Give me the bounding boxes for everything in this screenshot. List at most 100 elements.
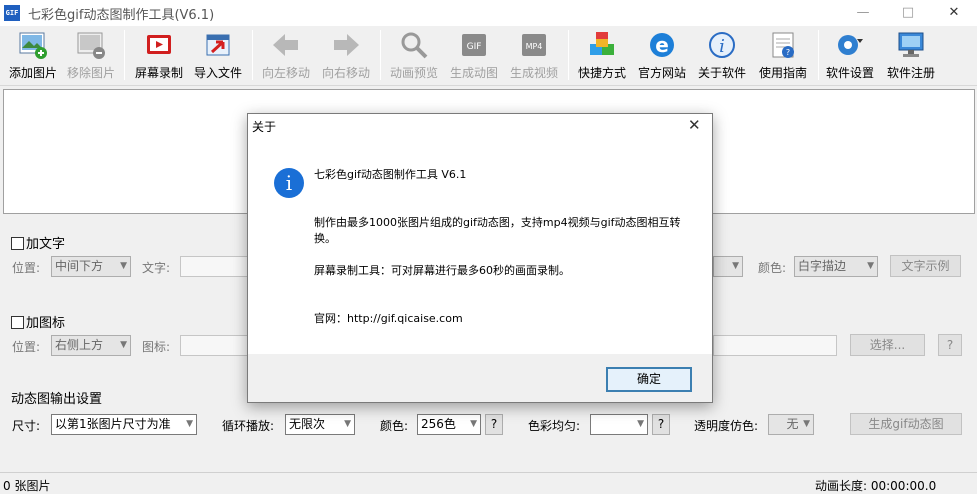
settings-button[interactable]: 软件设置 (822, 28, 878, 82)
icon-path-label: 图标: (142, 340, 171, 354)
generate-video-button[interactable]: MP4 生成视频 (506, 28, 562, 82)
loop-label: 循环播放: (222, 419, 275, 433)
svg-text:i: i (719, 36, 725, 57)
dither-value: 无 (786, 417, 799, 431)
user-guide-button[interactable]: ? 使用指南 (754, 28, 812, 82)
remove-image-label: 移除图片 (66, 66, 115, 80)
move-left-button[interactable]: 向左移动 (258, 28, 314, 82)
animation-preview-button[interactable]: 动画预览 (386, 28, 442, 82)
generate-gif-main-button[interactable]: 生成gif动态图 (850, 413, 962, 435)
icon-help-button[interactable]: ? (938, 334, 962, 356)
chevron-down-icon: ▼ (344, 419, 351, 429)
ok-button[interactable]: 确定 (606, 367, 692, 392)
add-text-label: 加文字 (26, 237, 66, 252)
info-icon: i (274, 168, 304, 198)
official-site-button[interactable]: e 官方网站 (634, 28, 690, 82)
toolbar: 添加图片 移除图片 屏幕录制 导入文件 向左移动 向右移动 动画预览 GIF 生… (0, 26, 977, 86)
dialog-app-name: 七彩色gif动态图制作工具 V6.1 (314, 168, 467, 181)
add-icon-label: 加图标 (26, 316, 66, 331)
gear-icon (835, 30, 865, 60)
size-label: 尺寸: (12, 419, 41, 433)
dialog-title: 关于 (252, 120, 277, 134)
chevron-down-icon: ▼ (803, 419, 810, 429)
cubes-icon (587, 30, 617, 60)
settings-label: 软件设置 (825, 66, 874, 80)
monitor-icon (896, 30, 926, 60)
colors-select[interactable]: 256色 ▼ (417, 414, 481, 435)
add-image-icon (18, 30, 48, 60)
icon-position-select[interactable]: 右侧上方 ▼ (51, 335, 131, 356)
generate-gif-button[interactable]: GIF 生成动图 (446, 28, 502, 82)
move-right-button[interactable]: 向右移动 (318, 28, 374, 82)
user-guide-label: 使用指南 (758, 66, 807, 80)
import-file-icon (203, 30, 233, 60)
colors-help-button[interactable]: ? (485, 414, 503, 435)
chevron-down-icon: ▼ (637, 419, 644, 429)
chevron-down-icon: ▼ (867, 261, 874, 271)
loop-select[interactable]: 无限次 ▼ (285, 414, 355, 435)
close-window-button[interactable]: ✕ (931, 0, 977, 26)
shortcut-label: 快捷方式 (577, 66, 626, 80)
gif-icon: GIF (459, 30, 489, 60)
dither-label: 透明度仿色: (694, 419, 759, 433)
color-balance-label: 色彩均匀: (528, 419, 581, 433)
remove-image-button[interactable]: 移除图片 (64, 28, 118, 82)
animation-preview-label: 动画预览 (389, 66, 438, 80)
screen-record-button[interactable]: 屏幕录制 (132, 28, 186, 82)
register-label: 软件注册 (886, 66, 935, 80)
minimize-button[interactable]: — (840, 0, 886, 26)
shortcut-button[interactable]: 快捷方式 (574, 28, 630, 82)
dialog-close-icon[interactable]: ✕ (688, 116, 701, 134)
checkbox-box[interactable] (11, 237, 24, 250)
dialog-website: 官网：http://gif.qicaise.com (314, 312, 463, 325)
image-count: 0 张图片 (3, 479, 51, 493)
color-balance-select[interactable]: ▼ (590, 414, 648, 435)
add-text-checkbox[interactable]: 加文字 (11, 233, 65, 252)
text-input[interactable] (180, 256, 250, 277)
icon-path-input[interactable] (180, 335, 250, 356)
text-content-label: 文字: (142, 261, 171, 275)
size-select[interactable]: 以第1张图片尺寸为准 ▼ (51, 414, 197, 435)
move-right-label: 向右移动 (321, 66, 370, 80)
text-position-select[interactable]: 中间下方 ▼ (51, 256, 131, 277)
help-doc-icon: ? (768, 30, 798, 60)
magnifier-icon (399, 30, 429, 60)
import-file-button[interactable]: 导入文件 (190, 28, 246, 82)
toolbar-separator (124, 30, 125, 80)
register-button[interactable]: 软件注册 (882, 28, 940, 82)
dialog-record-info: 屏幕录制工具：可对屏幕进行最多60秒的画面录制。 (314, 264, 570, 277)
text-sample-button[interactable]: 文字示例 (890, 255, 961, 277)
generate-gif-label: 生成动图 (449, 66, 498, 80)
icon-path-input-end[interactable] (713, 335, 837, 356)
gif-badge-text: GIF (467, 42, 482, 52)
toolbar-separator (818, 30, 819, 80)
mp4-icon: MP4 (519, 30, 549, 60)
move-left-label: 向左移动 (261, 66, 310, 80)
toolbar-separator (252, 30, 253, 80)
chevron-down-icon: ▼ (732, 261, 739, 271)
icon-position-value: 右侧上方 (55, 338, 104, 352)
chevron-down-icon: ▼ (186, 419, 193, 429)
maximize-button[interactable]: □ (885, 0, 931, 26)
output-settings-title: 动态图输出设置 (11, 392, 103, 407)
dither-select[interactable]: 无 ▼ (768, 414, 814, 435)
colors-label: 颜色: (380, 419, 409, 433)
select-icon-button[interactable]: 选择... (850, 334, 925, 356)
chevron-down-icon: ▼ (120, 261, 127, 271)
add-icon-checkbox[interactable]: 加图标 (11, 312, 65, 331)
icon-position-label: 位置: (12, 340, 41, 354)
colors-value: 256色 (421, 417, 456, 431)
add-image-label: 添加图片 (8, 66, 57, 80)
about-info-icon: i (707, 30, 737, 60)
window-title: 七彩色gif动态图制作工具(V6.1) (28, 8, 215, 23)
text-position-label: 位置: (12, 261, 41, 275)
about-button[interactable]: i 关于软件 (694, 28, 750, 82)
checkbox-box[interactable] (11, 316, 24, 329)
add-image-button[interactable]: 添加图片 (4, 28, 62, 82)
font-size-select[interactable]: ▼ (713, 256, 743, 277)
about-dialog: 关于 ✕ i 七彩色gif动态图制作工具 V6.1 制作由最多1000张图片组成… (247, 113, 713, 403)
text-color-select[interactable]: 白字描边 ▼ (794, 256, 878, 277)
size-value: 以第1张图片尺寸为准 (55, 417, 171, 431)
balance-help-button[interactable]: ? (652, 414, 670, 435)
about-label: 关于软件 (697, 66, 746, 80)
